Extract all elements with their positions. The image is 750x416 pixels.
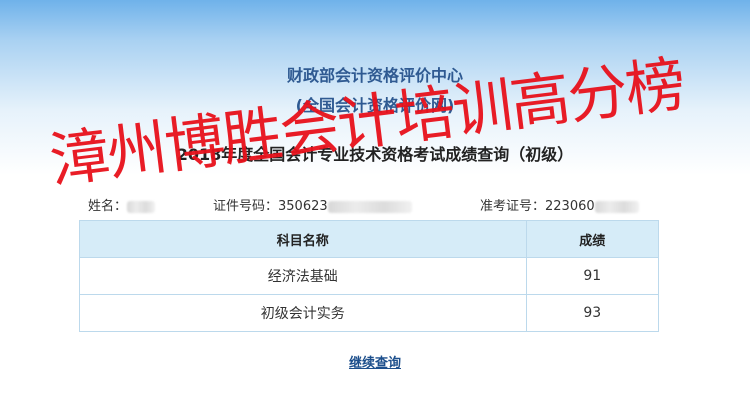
exam-number-redacted: [594, 200, 639, 213]
subject-cell: 经济法基础: [79, 257, 527, 295]
id-number-value: 350623: [278, 199, 328, 214]
name-label: 姓名：: [88, 199, 128, 214]
continue-query: 继续查询: [0, 352, 750, 371]
table-row: 经济法基础 91: [79, 257, 660, 295]
score-cell: 91: [525, 257, 660, 295]
name-redacted: [127, 200, 156, 213]
page-title: 2018年度全国会计专业技术资格考试成绩查询（初级）: [176, 145, 574, 164]
score-table: 科目名称 成绩 经济法基础 91 初级会计实务 93: [79, 220, 660, 332]
org-subtitle: (全国会计资格评价网): [295, 96, 455, 115]
id-number-field: 证件号码：350623: [213, 195, 412, 214]
id-number-label: 证件号码：: [213, 199, 279, 214]
continue-query-link[interactable]: 继续查询: [349, 356, 401, 371]
score-cell: 93: [525, 294, 660, 332]
exam-number-value: 223060: [545, 199, 595, 214]
table-header-row: 科目名称 成绩: [79, 220, 660, 258]
exam-number-label: 准考证号：: [480, 199, 546, 214]
org-title: 财政部会计资格评价中心: [286, 66, 463, 85]
column-header-score: 成绩: [525, 220, 660, 258]
id-number-redacted: [327, 200, 412, 213]
table-row: 初级会计实务 93: [79, 294, 660, 332]
column-header-subject: 科目名称: [79, 220, 527, 258]
name-field: 姓名：: [88, 195, 156, 214]
exam-number-field: 准考证号：223060: [480, 195, 639, 214]
subject-cell: 初级会计实务: [79, 294, 527, 332]
